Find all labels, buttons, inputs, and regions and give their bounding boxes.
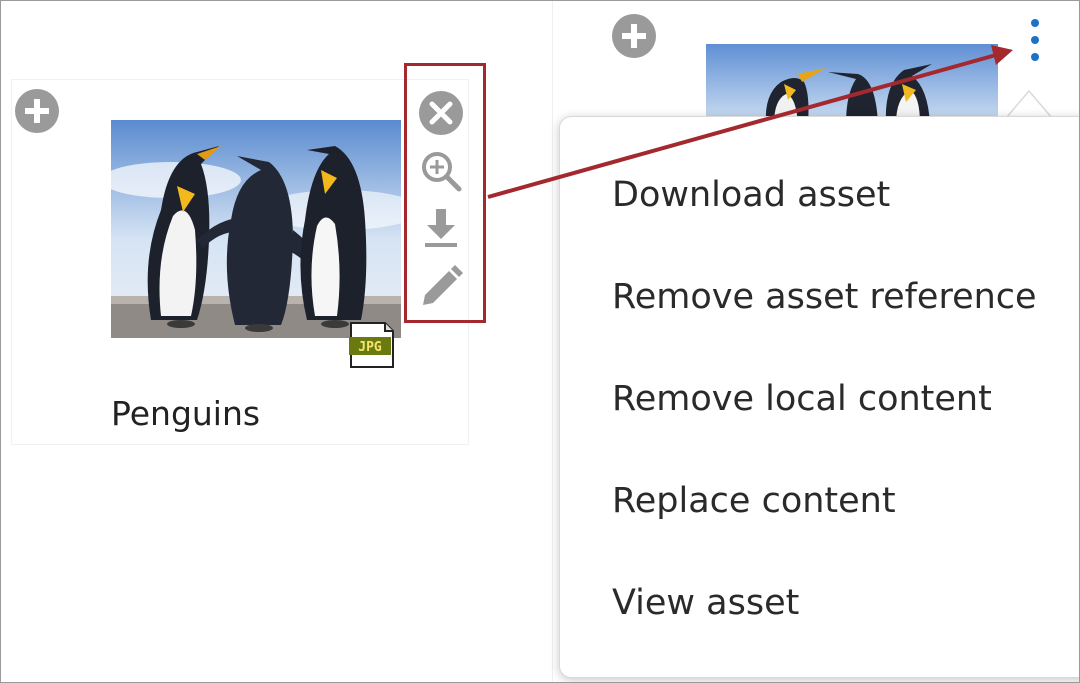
menu-caret: [1005, 89, 1053, 119]
close-circle-icon[interactable]: [417, 89, 465, 137]
column-divider: [552, 1, 553, 682]
asset-thumbnail-2[interactable]: [706, 44, 998, 124]
asset-thumbnail[interactable]: [111, 120, 401, 338]
pencil-edit-icon[interactable]: [417, 263, 465, 311]
menu-item-view-asset[interactable]: View asset: [612, 583, 799, 623]
menu-item-download-asset[interactable]: Download asset: [612, 175, 890, 215]
zoom-in-icon[interactable]: [417, 147, 465, 195]
asset-title: Penguins: [111, 394, 261, 433]
menu-item-replace-content[interactable]: Replace content: [612, 481, 896, 521]
asset-panel: JPG Penguins Download asset Remove asset…: [0, 0, 1080, 683]
add-icon[interactable]: [612, 14, 656, 58]
file-type-label: JPG: [358, 340, 382, 355]
download-icon[interactable]: [417, 205, 465, 253]
file-type-badge: JPG: [347, 321, 397, 369]
menu-item-remove-asset-reference[interactable]: Remove asset reference: [612, 277, 1037, 317]
asset-actions-menu: Download asset Remove asset reference Re…: [559, 116, 1079, 678]
more-options-icon[interactable]: [1021, 17, 1049, 63]
add-icon[interactable]: [15, 89, 59, 133]
menu-item-remove-local-content[interactable]: Remove local content: [612, 379, 992, 419]
